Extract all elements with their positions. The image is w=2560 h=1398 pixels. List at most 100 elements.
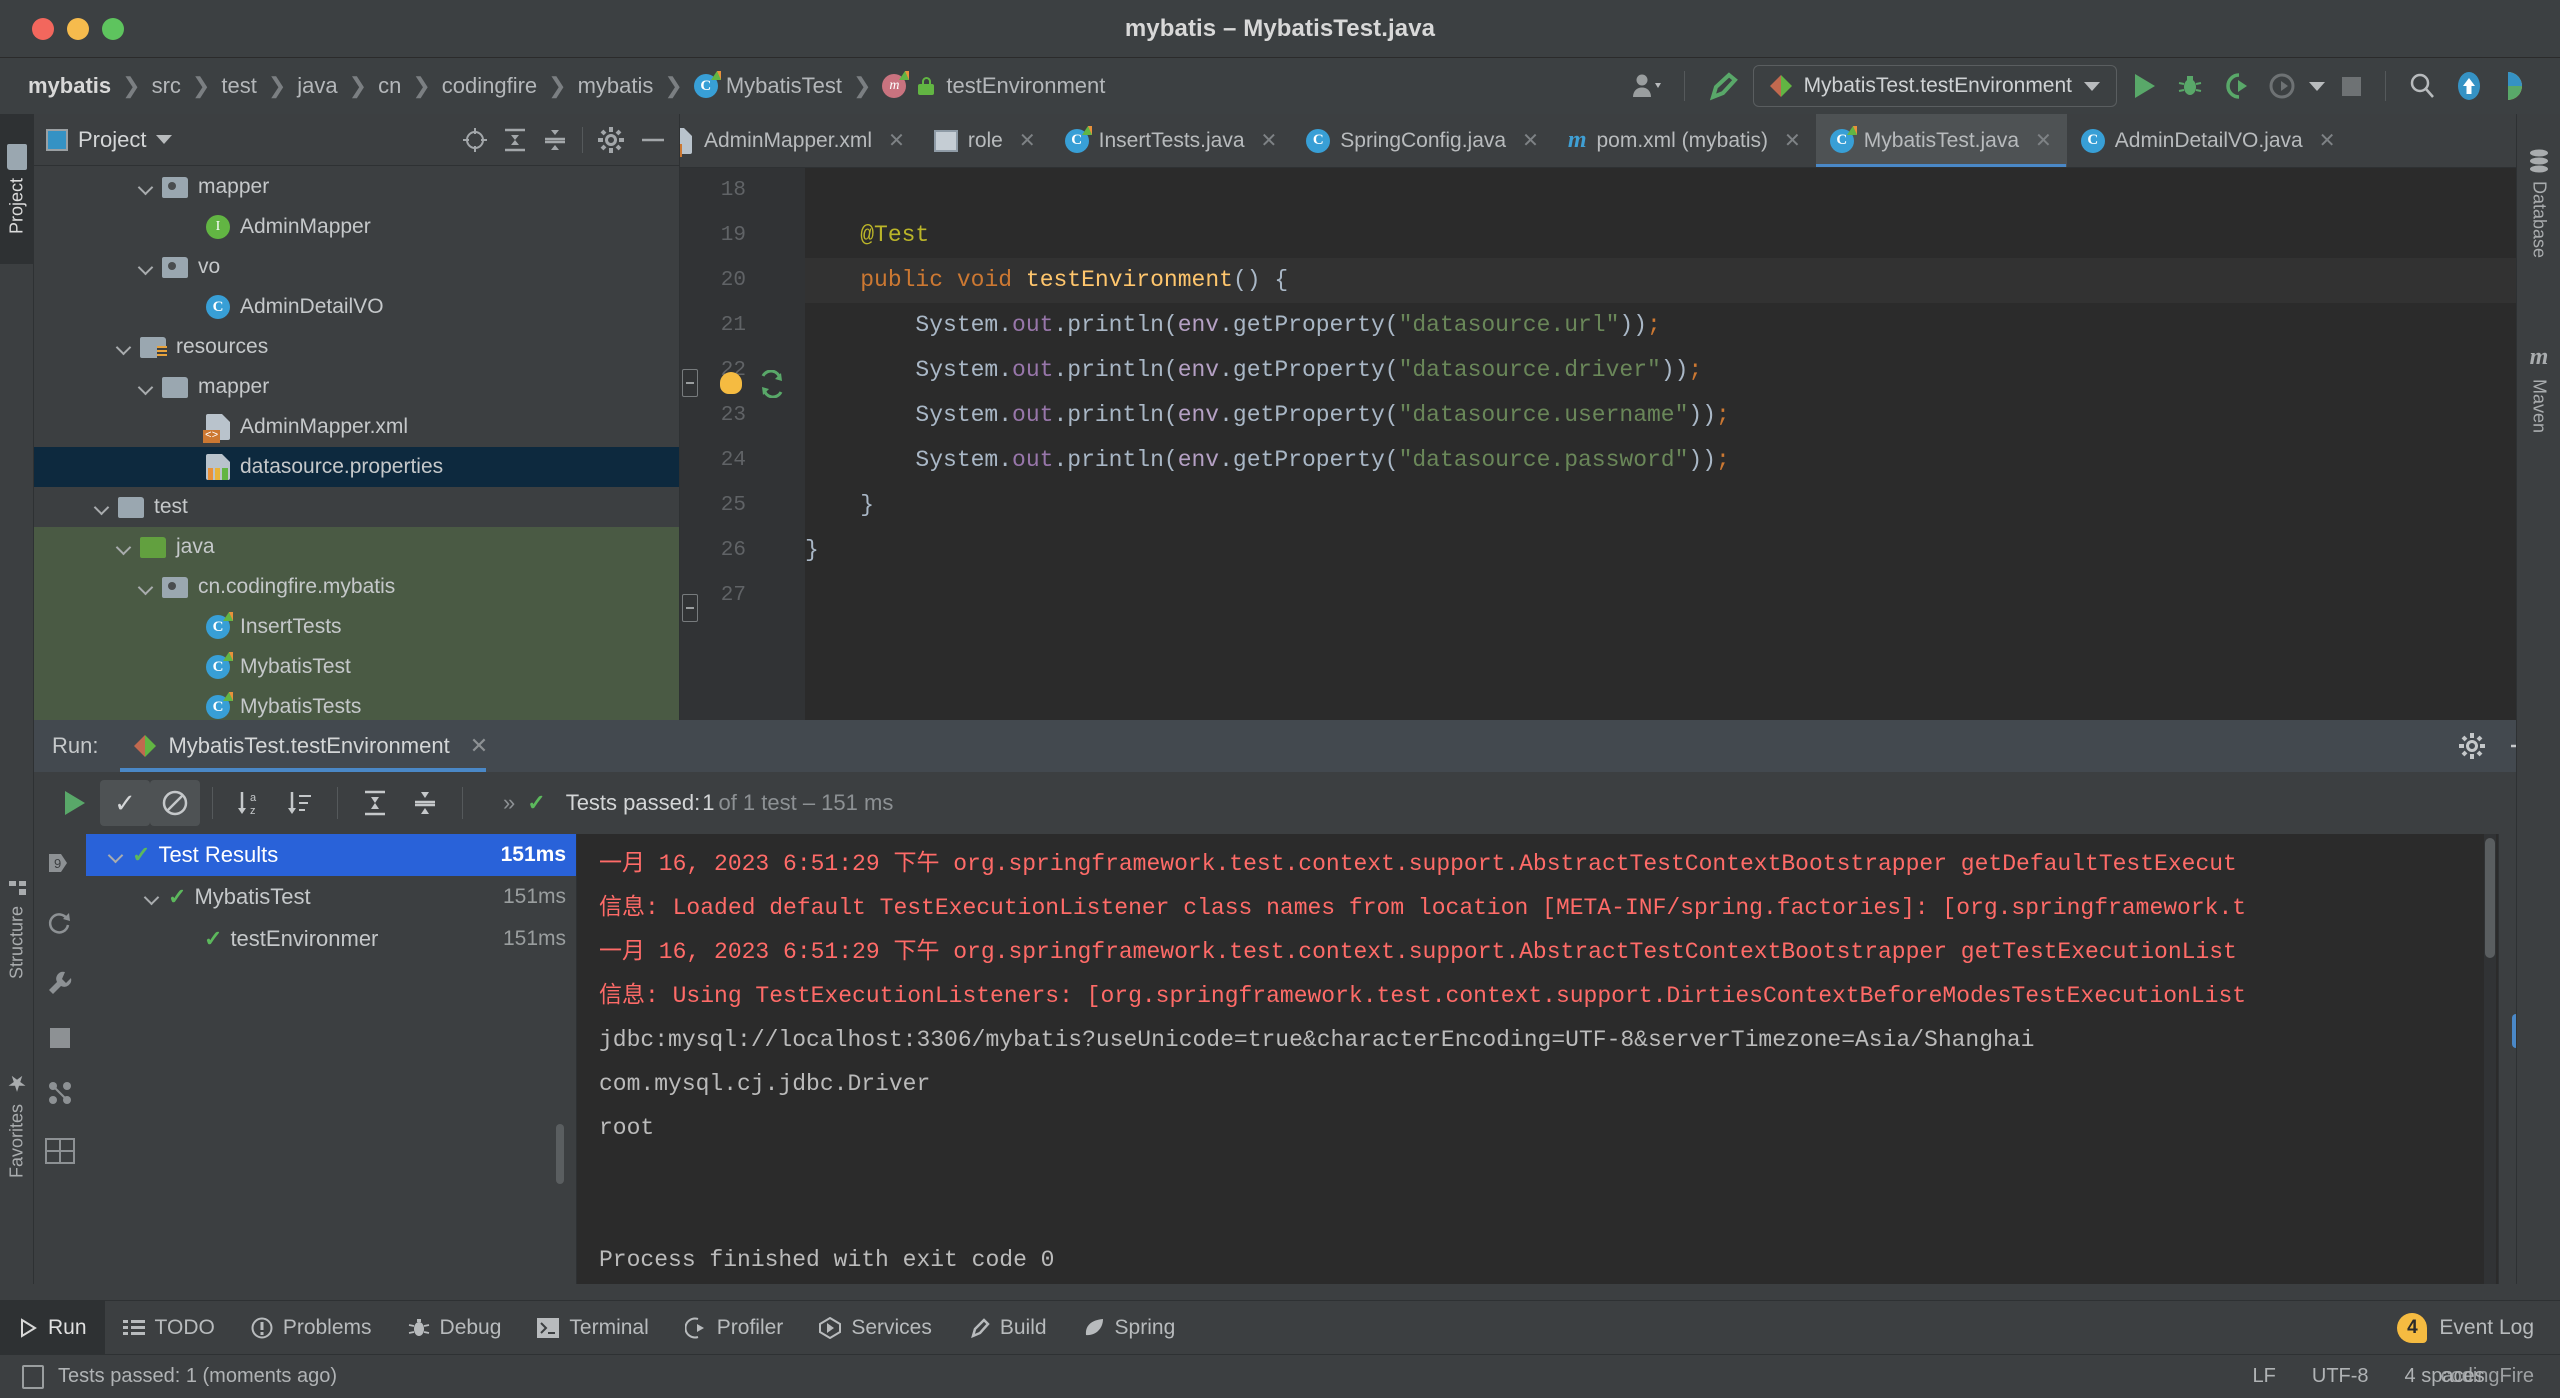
tree-node[interactable]: I AdminMapper bbox=[34, 207, 679, 247]
run-test-gutter-icon[interactable] bbox=[758, 370, 784, 398]
chevron-down-icon[interactable] bbox=[136, 376, 158, 398]
restart-icon[interactable] bbox=[45, 908, 75, 938]
close-icon[interactable]: ✕ bbox=[1261, 128, 1278, 153]
intention-bulb-icon[interactable] bbox=[720, 372, 742, 394]
sidebar-item-project[interactable]: Project bbox=[0, 114, 34, 264]
close-icon[interactable]: ✕ bbox=[2035, 128, 2052, 153]
sidebar-item-structure[interactable]: Structure bbox=[0, 844, 34, 1014]
bottom-tab-run[interactable]: Run bbox=[0, 1300, 105, 1355]
chevron-down-icon[interactable] bbox=[106, 844, 128, 866]
code-fold-marker[interactable] bbox=[682, 369, 698, 397]
code-line[interactable] bbox=[805, 573, 2516, 618]
chevron-down-icon[interactable] bbox=[136, 176, 158, 198]
bottom-tab-profiler[interactable]: Profiler bbox=[667, 1301, 802, 1355]
run-button[interactable] bbox=[2123, 64, 2167, 108]
collapse-all-button[interactable] bbox=[400, 780, 450, 826]
tree-node[interactable]: mapper bbox=[34, 367, 679, 407]
chevron-down-icon[interactable] bbox=[156, 135, 173, 144]
breakpoints-icon[interactable]: 9 bbox=[45, 848, 75, 878]
code-line[interactable]: } bbox=[805, 528, 2516, 573]
bottom-tab-services[interactable]: Services bbox=[801, 1301, 950, 1355]
tree-node[interactable]: vo bbox=[34, 247, 679, 287]
tree-node[interactable]: cn.codingfire.mybatis bbox=[34, 567, 679, 607]
code-line[interactable]: System.out.println(env.getProperty("data… bbox=[805, 393, 2516, 438]
tree-node[interactable]: C InsertTests bbox=[34, 607, 679, 647]
breadcrumb-item-java[interactable]: java bbox=[293, 73, 341, 99]
breadcrumb-item-test[interactable]: test bbox=[217, 73, 260, 99]
settings-gear-icon[interactable] bbox=[597, 126, 625, 154]
branch-label[interactable]: codingFire bbox=[2441, 1365, 2534, 1388]
sort-alphabetically-button[interactable]: az bbox=[225, 780, 275, 826]
tree-node[interactable]: datasource.properties bbox=[34, 447, 679, 487]
breadcrumb-item-codingfire[interactable]: codingfire bbox=[438, 73, 541, 99]
locate-icon[interactable] bbox=[462, 127, 488, 153]
editor-tab[interactable]: role ✕ bbox=[920, 114, 1051, 167]
test-tree-row[interactable]: ✓ testEnvironmer 151ms bbox=[86, 918, 576, 960]
tree-node[interactable]: test bbox=[34, 487, 679, 527]
stop-square-icon[interactable] bbox=[50, 1028, 70, 1048]
settings-gear-icon[interactable] bbox=[2458, 732, 2486, 760]
chevron-down-icon[interactable] bbox=[92, 496, 114, 518]
bottom-tab-spring[interactable]: Spring bbox=[1065, 1301, 1194, 1355]
build-hammer-icon[interactable] bbox=[1697, 64, 1747, 108]
chevron-down-icon[interactable] bbox=[142, 886, 164, 908]
breadcrumb-item-src[interactable]: src bbox=[148, 73, 185, 99]
bottom-tab-todo[interactable]: TODO bbox=[105, 1301, 233, 1355]
editor-tab[interactable]: C MybatisTest.java ✕ bbox=[1815, 114, 2067, 167]
editor-tab[interactable]: C InsertTests.java ✕ bbox=[1051, 114, 1293, 167]
tree-node[interactable]: java bbox=[34, 527, 679, 567]
profile-button[interactable] bbox=[2259, 64, 2305, 108]
encoding-label[interactable]: UTF-8 bbox=[2312, 1365, 2369, 1388]
close-icon[interactable]: ✕ bbox=[470, 733, 488, 759]
collapse-all-icon[interactable] bbox=[542, 127, 568, 153]
profile-dropdown-icon[interactable] bbox=[2305, 64, 2329, 108]
code-line[interactable]: public void testEnvironment() { bbox=[805, 258, 2516, 303]
run-tab[interactable]: MybatisTest.testEnvironment ✕ bbox=[120, 720, 502, 772]
debug-button[interactable] bbox=[2167, 64, 2213, 108]
test-results-tree[interactable]: ✓ Test Results 151ms ✓ MybatisTest 151ms ✓ test… bbox=[86, 834, 576, 1284]
rerun-button[interactable] bbox=[50, 780, 100, 826]
code-fold-marker[interactable] bbox=[682, 594, 698, 622]
editor-tab[interactable]: m pom.xml (mybatis) ✕ bbox=[1554, 114, 1816, 167]
editor-tab-bar[interactable]: AdminMapper.xml✕role✕CInsertTests.java✕ C… bbox=[680, 114, 2520, 168]
event-log-area[interactable]: 4 Event Log bbox=[2397, 1312, 2560, 1343]
bottom-tab-build[interactable]: Build bbox=[950, 1301, 1065, 1355]
run-configuration-selector[interactable]: MybatisTest.testEnvironment bbox=[1752, 65, 2117, 107]
close-icon[interactable]: ✕ bbox=[1019, 128, 1036, 153]
breadcrumb-item-mybatis[interactable]: mybatis bbox=[24, 73, 115, 99]
tree-node[interactable]: AdminMapper.xml bbox=[34, 407, 679, 447]
close-icon[interactable]: ✕ bbox=[1784, 128, 1801, 153]
chevron-down-icon[interactable] bbox=[136, 256, 158, 278]
tree-node[interactable]: resources bbox=[34, 327, 679, 367]
tree-node[interactable]: C AdminDetailVO bbox=[34, 287, 679, 327]
close-icon[interactable]: ✕ bbox=[1522, 128, 1539, 153]
show-passed-toggle[interactable]: ✓ bbox=[100, 780, 150, 826]
tree-node[interactable]: C MybatisTest bbox=[34, 647, 679, 687]
stop-button[interactable] bbox=[2329, 64, 2373, 108]
chevron-down-icon[interactable] bbox=[114, 536, 136, 558]
breadcrumb-item-cn[interactable]: cn bbox=[374, 73, 405, 99]
sidebar-item-database[interactable]: Database bbox=[2517, 114, 2560, 294]
console-output[interactable]: 一月 16, 2023 6:51:29 下午 org.springframewo… bbox=[576, 834, 2498, 1284]
close-icon[interactable]: ✕ bbox=[2319, 128, 2336, 153]
user-icon[interactable] bbox=[1622, 64, 1672, 108]
tree-node[interactable]: mapper bbox=[34, 167, 679, 207]
bottom-tab-problems[interactable]: Problems bbox=[233, 1301, 390, 1355]
ide-assistant-icon[interactable] bbox=[2492, 64, 2538, 108]
code-line[interactable]: } bbox=[805, 483, 2516, 528]
code-line[interactable] bbox=[805, 168, 2516, 213]
code-line[interactable]: System.out.println(env.getProperty("data… bbox=[805, 303, 2516, 348]
code-editor[interactable]: 18 19 20 21 22 23 24 25 26 27 @Test public void t… bbox=[680, 168, 2516, 720]
test-tree-row[interactable]: ✓ Test Results 151ms bbox=[86, 834, 576, 876]
hide-panel-icon[interactable] bbox=[639, 126, 667, 154]
expand-all-icon[interactable] bbox=[502, 127, 528, 153]
breadcrumb-item-testenvironment[interactable]: m testEnvironment bbox=[878, 71, 1109, 99]
layout-icon[interactable] bbox=[45, 1138, 75, 1164]
code-line[interactable]: System.out.println(env.getProperty("data… bbox=[805, 438, 2516, 483]
chevron-down-icon[interactable] bbox=[136, 576, 158, 598]
close-icon[interactable]: ✕ bbox=[888, 128, 905, 153]
sidebar-item-favorites[interactable]: Favorites ★ bbox=[0, 1024, 34, 1224]
editor-tab[interactable]: AdminMapper.xml ✕ bbox=[680, 114, 920, 167]
breadcrumb-item-mybatistest[interactable]: C MybatisTest bbox=[690, 71, 846, 99]
overflow-chevrons-icon[interactable]: » bbox=[503, 790, 515, 816]
